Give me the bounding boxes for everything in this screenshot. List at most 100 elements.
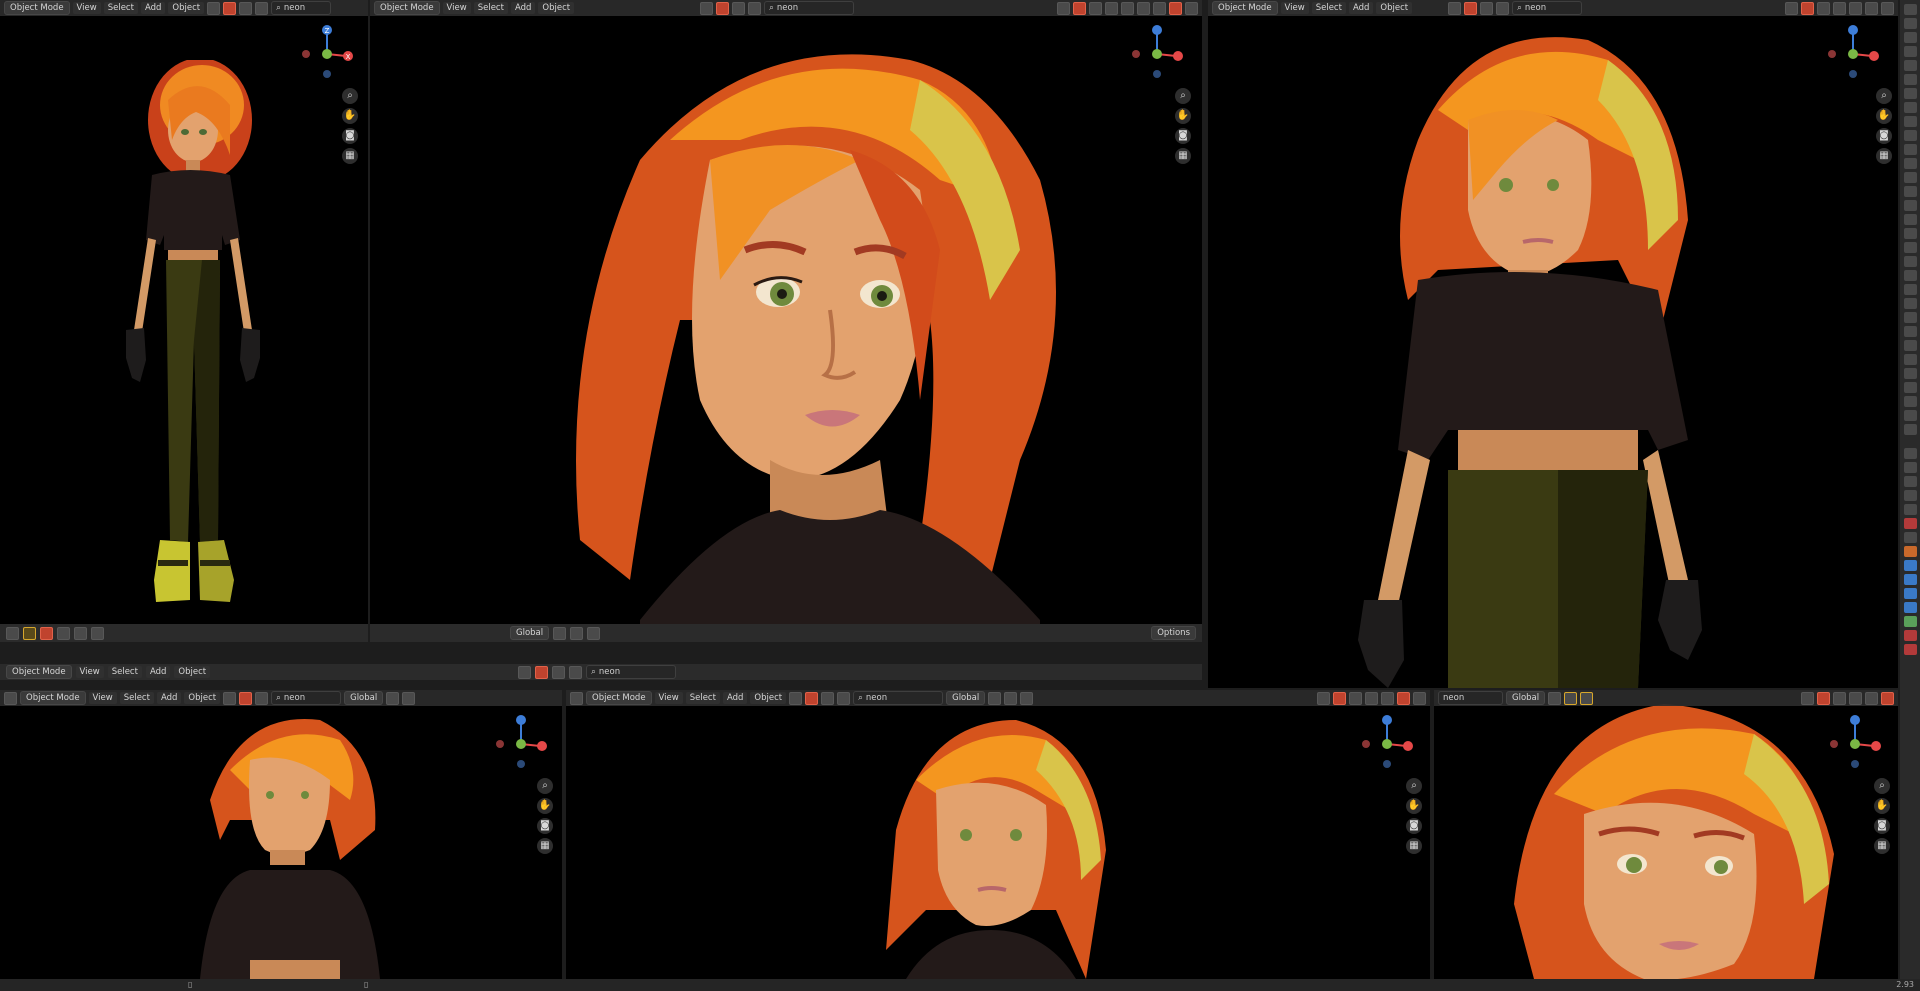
navigation-gizmo[interactable]	[1360, 714, 1414, 768]
camera-tab-icon[interactable]	[1903, 396, 1917, 407]
camera-tab-icon[interactable]	[1903, 340, 1917, 351]
camera-tab-icon[interactable]	[1903, 312, 1917, 323]
material-icon[interactable]	[1153, 2, 1166, 15]
hand-icon[interactable]: ✋	[1876, 108, 1892, 124]
view-layer-icon[interactable]	[1903, 46, 1917, 57]
camera-icon[interactable]: ◙	[342, 128, 358, 144]
rendered-icon[interactable]	[1169, 2, 1182, 15]
snap-icon[interactable]	[570, 626, 584, 640]
shading-icon[interactable]	[821, 691, 835, 705]
menu-view[interactable]: View	[88, 692, 117, 704]
camera-tab-icon[interactable]	[1903, 186, 1917, 197]
camera-tab-icon[interactable]	[1903, 102, 1917, 113]
orientation-dropdown[interactable]: Global	[344, 691, 384, 705]
texture-icon[interactable]	[1903, 644, 1917, 655]
pivot-icon[interactable]	[386, 691, 400, 705]
orientation-dropdown[interactable]: Global	[946, 691, 986, 705]
grid-icon[interactable]: ▦	[1874, 838, 1890, 854]
overlays-icon[interactable]	[1833, 692, 1846, 705]
viewport-top-left[interactable]: Object Mode View Select Add Object ⌕ neo…	[0, 0, 368, 642]
tool-icon[interactable]	[1903, 448, 1917, 459]
overlays-icon[interactable]	[1349, 692, 1362, 705]
visibility-icon[interactable]	[1057, 2, 1070, 15]
wireframe-icon[interactable]	[1849, 692, 1862, 705]
camera-tab-icon[interactable]	[1903, 242, 1917, 253]
gizmo-toggle-icon[interactable]	[1817, 692, 1830, 705]
collection-props-icon[interactable]	[1903, 532, 1917, 543]
camera-tab-icon[interactable]	[1903, 354, 1917, 365]
proportional-edit-icon[interactable]	[1580, 691, 1594, 705]
shading-icon[interactable]	[732, 1, 746, 15]
camera-tab-icon[interactable]	[1903, 368, 1917, 379]
search-field[interactable]: ⌕ neon	[586, 665, 677, 679]
mode-dropdown[interactable]: Object Mode	[374, 1, 440, 15]
mode-dropdown[interactable]: Object Mode	[4, 1, 70, 15]
rendered-icon[interactable]	[1881, 692, 1894, 705]
overlays-icon[interactable]	[1817, 2, 1830, 15]
hand-icon[interactable]: ✋	[1406, 798, 1422, 814]
camera-tab-icon[interactable]	[1903, 284, 1917, 295]
mode-dropdown[interactable]: Object Mode	[1212, 1, 1278, 15]
wireframe-icon[interactable]	[1121, 2, 1134, 15]
menu-select[interactable]: Select	[119, 692, 154, 704]
navigation-gizmo[interactable]: Z X	[300, 24, 354, 78]
grid-icon[interactable]: ▦	[1175, 148, 1191, 164]
menu-add[interactable]: Add	[140, 2, 166, 14]
gizmo-toggle-icon[interactable]	[1801, 2, 1814, 15]
cursor-icon[interactable]	[23, 626, 36, 640]
select-subtract-icon[interactable]	[74, 626, 87, 640]
modifier-icon[interactable]	[1903, 560, 1917, 571]
rendered-icon[interactable]	[1397, 692, 1410, 705]
visibility-icon[interactable]	[1801, 692, 1814, 705]
camera-tab-icon[interactable]	[1903, 158, 1917, 169]
camera-tab-icon[interactable]	[1903, 424, 1917, 435]
search-field[interactable]: ⌕ neon	[271, 1, 332, 15]
camera-icon[interactable]: ◙	[1406, 818, 1422, 834]
shading-icon[interactable]	[552, 665, 566, 679]
select-box-icon[interactable]	[40, 626, 53, 640]
menu-select[interactable]: Select	[103, 2, 138, 14]
physics-icon[interactable]	[1903, 588, 1917, 599]
hand-icon[interactable]: ✋	[1874, 798, 1890, 814]
output-props-icon[interactable]	[1903, 476, 1917, 487]
overlay-icon[interactable]	[716, 1, 730, 15]
pivot-icon[interactable]	[1548, 691, 1562, 705]
snap-icon[interactable]	[1564, 691, 1578, 705]
mode-dropdown[interactable]: Object Mode	[20, 691, 86, 705]
filter-icon[interactable]	[700, 1, 714, 15]
search-field[interactable]: ⌕ neon	[271, 691, 342, 705]
orientation-dropdown[interactable]: Global	[1506, 691, 1546, 705]
pause-icon[interactable]	[1881, 2, 1894, 15]
wireframe-icon[interactable]	[1833, 2, 1846, 15]
snap-icon[interactable]	[402, 691, 416, 705]
grid-icon[interactable]: ▦	[342, 148, 358, 164]
filter-icon[interactable]	[223, 691, 237, 705]
material-icon[interactable]	[1865, 2, 1878, 15]
viewport-top-right[interactable]: Object Mode View Select Add Object ⌕ neo…	[1208, 0, 1898, 688]
menu-object[interactable]: Object	[168, 2, 205, 14]
viewport-top-center[interactable]: Object Mode View Select Add Object ⌕ neo…	[370, 0, 1202, 642]
material-props-icon[interactable]	[1903, 630, 1917, 641]
shading-icon[interactable]	[239, 1, 253, 15]
view-icon[interactable]	[748, 1, 762, 15]
zoom-icon[interactable]: ⌕	[537, 778, 553, 794]
world-icon[interactable]	[1903, 74, 1917, 85]
zoom-icon[interactable]: ⌕	[1406, 778, 1422, 794]
overlay-icon[interactable]	[223, 1, 237, 15]
render-icon[interactable]	[1903, 18, 1917, 29]
camera-tab-icon[interactable]	[1903, 172, 1917, 183]
object-props-icon[interactable]	[1903, 546, 1917, 557]
scene-props-icon[interactable]	[1903, 504, 1917, 515]
camera-tab-icon[interactable]	[1903, 270, 1917, 281]
camera-tab-icon[interactable]	[1903, 228, 1917, 239]
grid-icon[interactable]: ▦	[1876, 148, 1892, 164]
proportional-edit-icon[interactable]	[587, 626, 601, 640]
menu-add[interactable]: Add	[510, 2, 536, 14]
overlay-icon[interactable]	[805, 691, 819, 705]
menu-view[interactable]: View	[75, 666, 104, 678]
search-field[interactable]: ⌕ neon	[764, 1, 855, 15]
menu-select[interactable]: Select	[107, 666, 142, 678]
render-props-icon[interactable]	[1903, 462, 1917, 473]
camera-tab-icon[interactable]	[1903, 144, 1917, 155]
menu-view[interactable]: View	[442, 2, 471, 14]
